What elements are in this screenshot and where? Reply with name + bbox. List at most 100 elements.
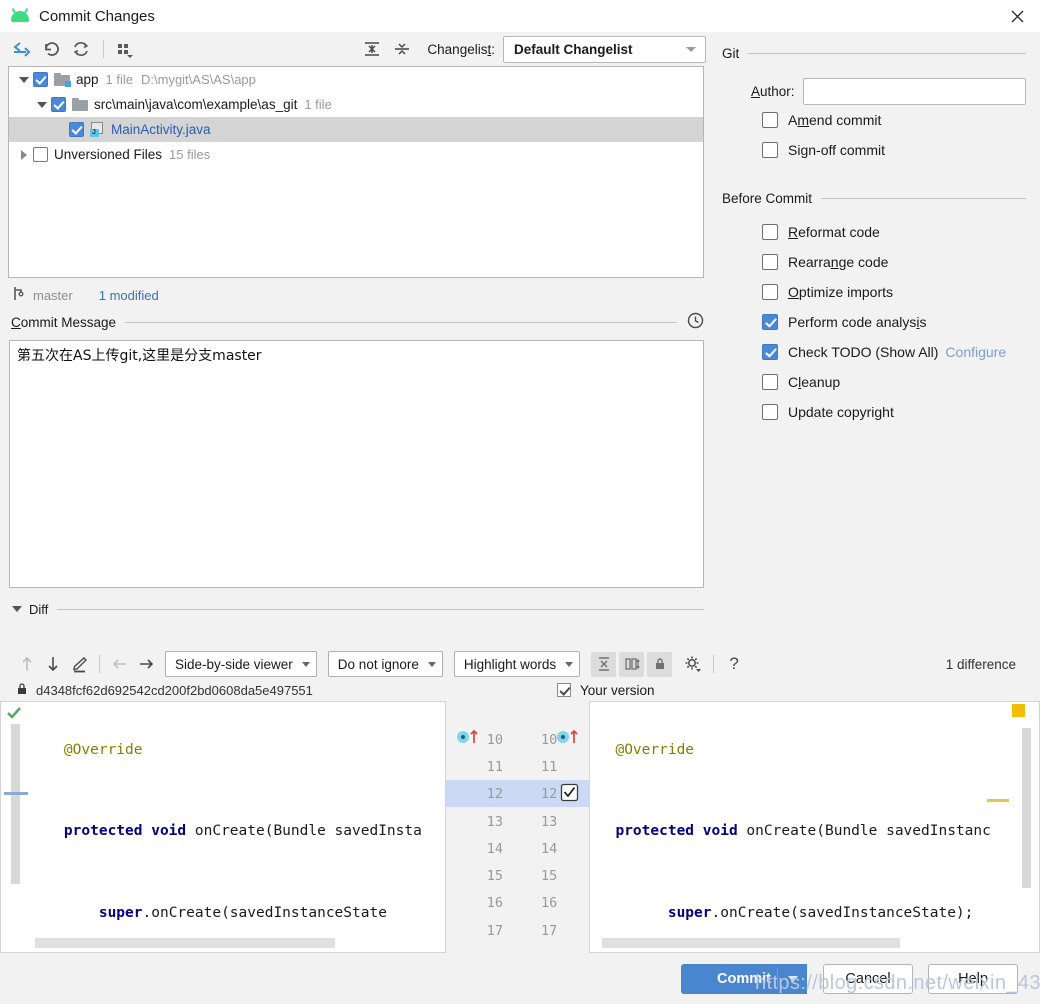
perform-code-analysis-row[interactable]: Perform code analysis (722, 307, 1026, 337)
configure-link[interactable]: Configure (945, 344, 1006, 360)
left-vertical-scrollbar[interactable] (4, 724, 28, 884)
reformat-code-checkbox[interactable] (762, 224, 778, 240)
sign-off-commit-label: Sign-off commit (788, 142, 886, 158)
line-number: 14 (486, 840, 503, 857)
cancel-button[interactable]: Cancel (823, 964, 913, 994)
amend-commit-row[interactable]: Amend commit (722, 105, 1026, 135)
right-column: Git Author: Amend commit Sign-off commit… (712, 32, 1040, 427)
your-version-checkbox[interactable] (557, 683, 571, 697)
reformat-code-row[interactable]: Reformat code (722, 217, 1026, 247)
lock-button[interactable] (647, 651, 673, 677)
line-number: 11 (541, 758, 558, 775)
change-marker-left[interactable] (456, 728, 482, 749)
modified-count[interactable]: 1 modified (99, 288, 159, 303)
collapse-unchanged-button[interactable] (591, 651, 617, 677)
commit-options-button[interactable] (778, 964, 807, 994)
revision-hash: d4348fcf62d692542cd200f2bd0608da5e497551 (36, 682, 313, 698)
message-history-button[interactable] (687, 312, 704, 332)
sign-off-commit-row[interactable]: Sign-off commit (722, 135, 1026, 165)
code-line: @Override (29, 741, 143, 758)
tree-row-src[interactable]: src\main\java\com\example\as_git 1 file (9, 92, 703, 117)
update-copyright-checkbox[interactable] (762, 404, 778, 420)
optimize-imports-row[interactable]: Optimize imports (722, 277, 1026, 307)
expand-toggle[interactable] (33, 101, 51, 108)
changelist-select[interactable]: Default Changelist (503, 35, 706, 63)
author-label: Author: (751, 84, 795, 99)
chevron-down-icon (565, 661, 574, 667)
revert-change-icon (557, 729, 578, 743)
amend-commit-checkbox[interactable] (762, 112, 778, 128)
line-number: 17 (541, 922, 558, 939)
viewer-mode-select[interactable]: Side-by-side viewer (165, 651, 317, 677)
check-todo-checkbox[interactable] (762, 344, 778, 360)
tree-checkbox[interactable] (33, 147, 48, 162)
group-by-button[interactable] (111, 36, 141, 62)
highlight-mode-value: Highlight words (463, 656, 557, 672)
settings-gear-icon (685, 656, 702, 672)
rearrange-code-checkbox[interactable] (762, 254, 778, 270)
revert-button[interactable] (36, 36, 66, 62)
tree-row-unversioned[interactable]: Unversioned Files 15 files (9, 142, 703, 167)
highlight-mode-select[interactable]: Highlight words (453, 651, 581, 677)
collapse-all-button[interactable] (387, 36, 417, 62)
folder-modified-icon (54, 73, 71, 87)
chevron-down-icon (301, 661, 310, 667)
edit-source-button[interactable] (66, 651, 92, 677)
diff-pane-left[interactable]: @Override protected void onCreate(Bundle… (0, 701, 446, 953)
help-button[interactable]: ? (721, 651, 747, 677)
commit-message-input[interactable]: 第五次在AS上传git,这里是分支master (9, 340, 704, 588)
ignore-mode-value: Do not ignore (337, 656, 419, 672)
perform-code-analysis-checkbox[interactable] (762, 314, 778, 330)
next-difference-button[interactable] (40, 651, 66, 677)
line-number: 16 (486, 895, 503, 912)
cleanup-checkbox[interactable] (762, 374, 778, 390)
expand-toggle[interactable] (15, 76, 33, 83)
folder-icon (72, 98, 88, 111)
tree-checkbox[interactable] (51, 97, 66, 112)
update-copyright-row[interactable]: Update copyright (722, 397, 1026, 427)
accept-change-checkbox[interactable] (560, 783, 579, 805)
diff-section-header[interactable]: Diff (0, 596, 712, 622)
tree-checkbox[interactable] (33, 72, 48, 87)
check-todo-row[interactable]: Check TODO (Show All) Configure (722, 337, 1026, 367)
git-group-label: Git (722, 46, 740, 61)
rearrange-code-row[interactable]: Rearrange code (722, 247, 1026, 277)
optimize-imports-checkbox[interactable] (762, 284, 778, 300)
changes-tree[interactable]: app 1 file D:\mygit\AS\AS\app src\main\j… (8, 66, 704, 278)
author-input[interactable] (802, 78, 1026, 105)
ignore-mode-select[interactable]: Do not ignore (327, 651, 443, 677)
expand-all-button[interactable] (357, 36, 387, 62)
refresh-button[interactable] (66, 36, 96, 62)
tree-checkbox[interactable] (69, 122, 84, 137)
settings-button[interactable] (680, 651, 706, 677)
sync-scroll-button[interactable] (619, 651, 645, 677)
optimize-imports-label: Optimize imports (788, 284, 894, 300)
sign-off-commit-checkbox[interactable] (762, 142, 778, 158)
apply-right-button[interactable] (133, 651, 159, 677)
chevron-down-icon (686, 46, 696, 52)
left-horizontal-scrollbar[interactable] (35, 938, 335, 948)
window-title: Commit Changes (39, 7, 155, 25)
tree-row-mainactivity[interactable]: J MainActivity.java (9, 117, 703, 142)
check-todo-label: Check TODO (Show All) (788, 344, 939, 360)
right-vertical-scrollbar[interactable] (1022, 728, 1031, 888)
change-marker-right[interactable] (556, 728, 582, 749)
prev-difference-button[interactable] (14, 651, 40, 677)
update-copyright-label: Update copyright (788, 404, 894, 420)
right-horizontal-scrollbar[interactable] (602, 938, 900, 948)
expand-toggle[interactable] (15, 149, 33, 160)
tree-row-app[interactable]: app 1 file D:\mygit\AS\AS\app (9, 67, 703, 92)
apply-left-button[interactable] (107, 651, 133, 677)
caret-down-icon (37, 101, 47, 108)
diff-pane-right[interactable]: @Override protected void onCreate(Bundle… (589, 701, 1040, 953)
tree-node-filecount: 15 files (169, 147, 211, 162)
toolbar-separator (713, 655, 715, 673)
show-diff-button[interactable] (6, 36, 36, 62)
close-icon (1011, 10, 1023, 22)
tree-node-name: app (76, 72, 99, 87)
close-window-button[interactable] (994, 0, 1040, 32)
help-button-bottom[interactable]: Help (928, 964, 1018, 994)
cleanup-row[interactable]: Cleanup (722, 367, 1026, 397)
your-version-row[interactable]: Your version (557, 683, 655, 698)
code-right: @Override protected void onCreate(Bundle… (590, 702, 1039, 952)
